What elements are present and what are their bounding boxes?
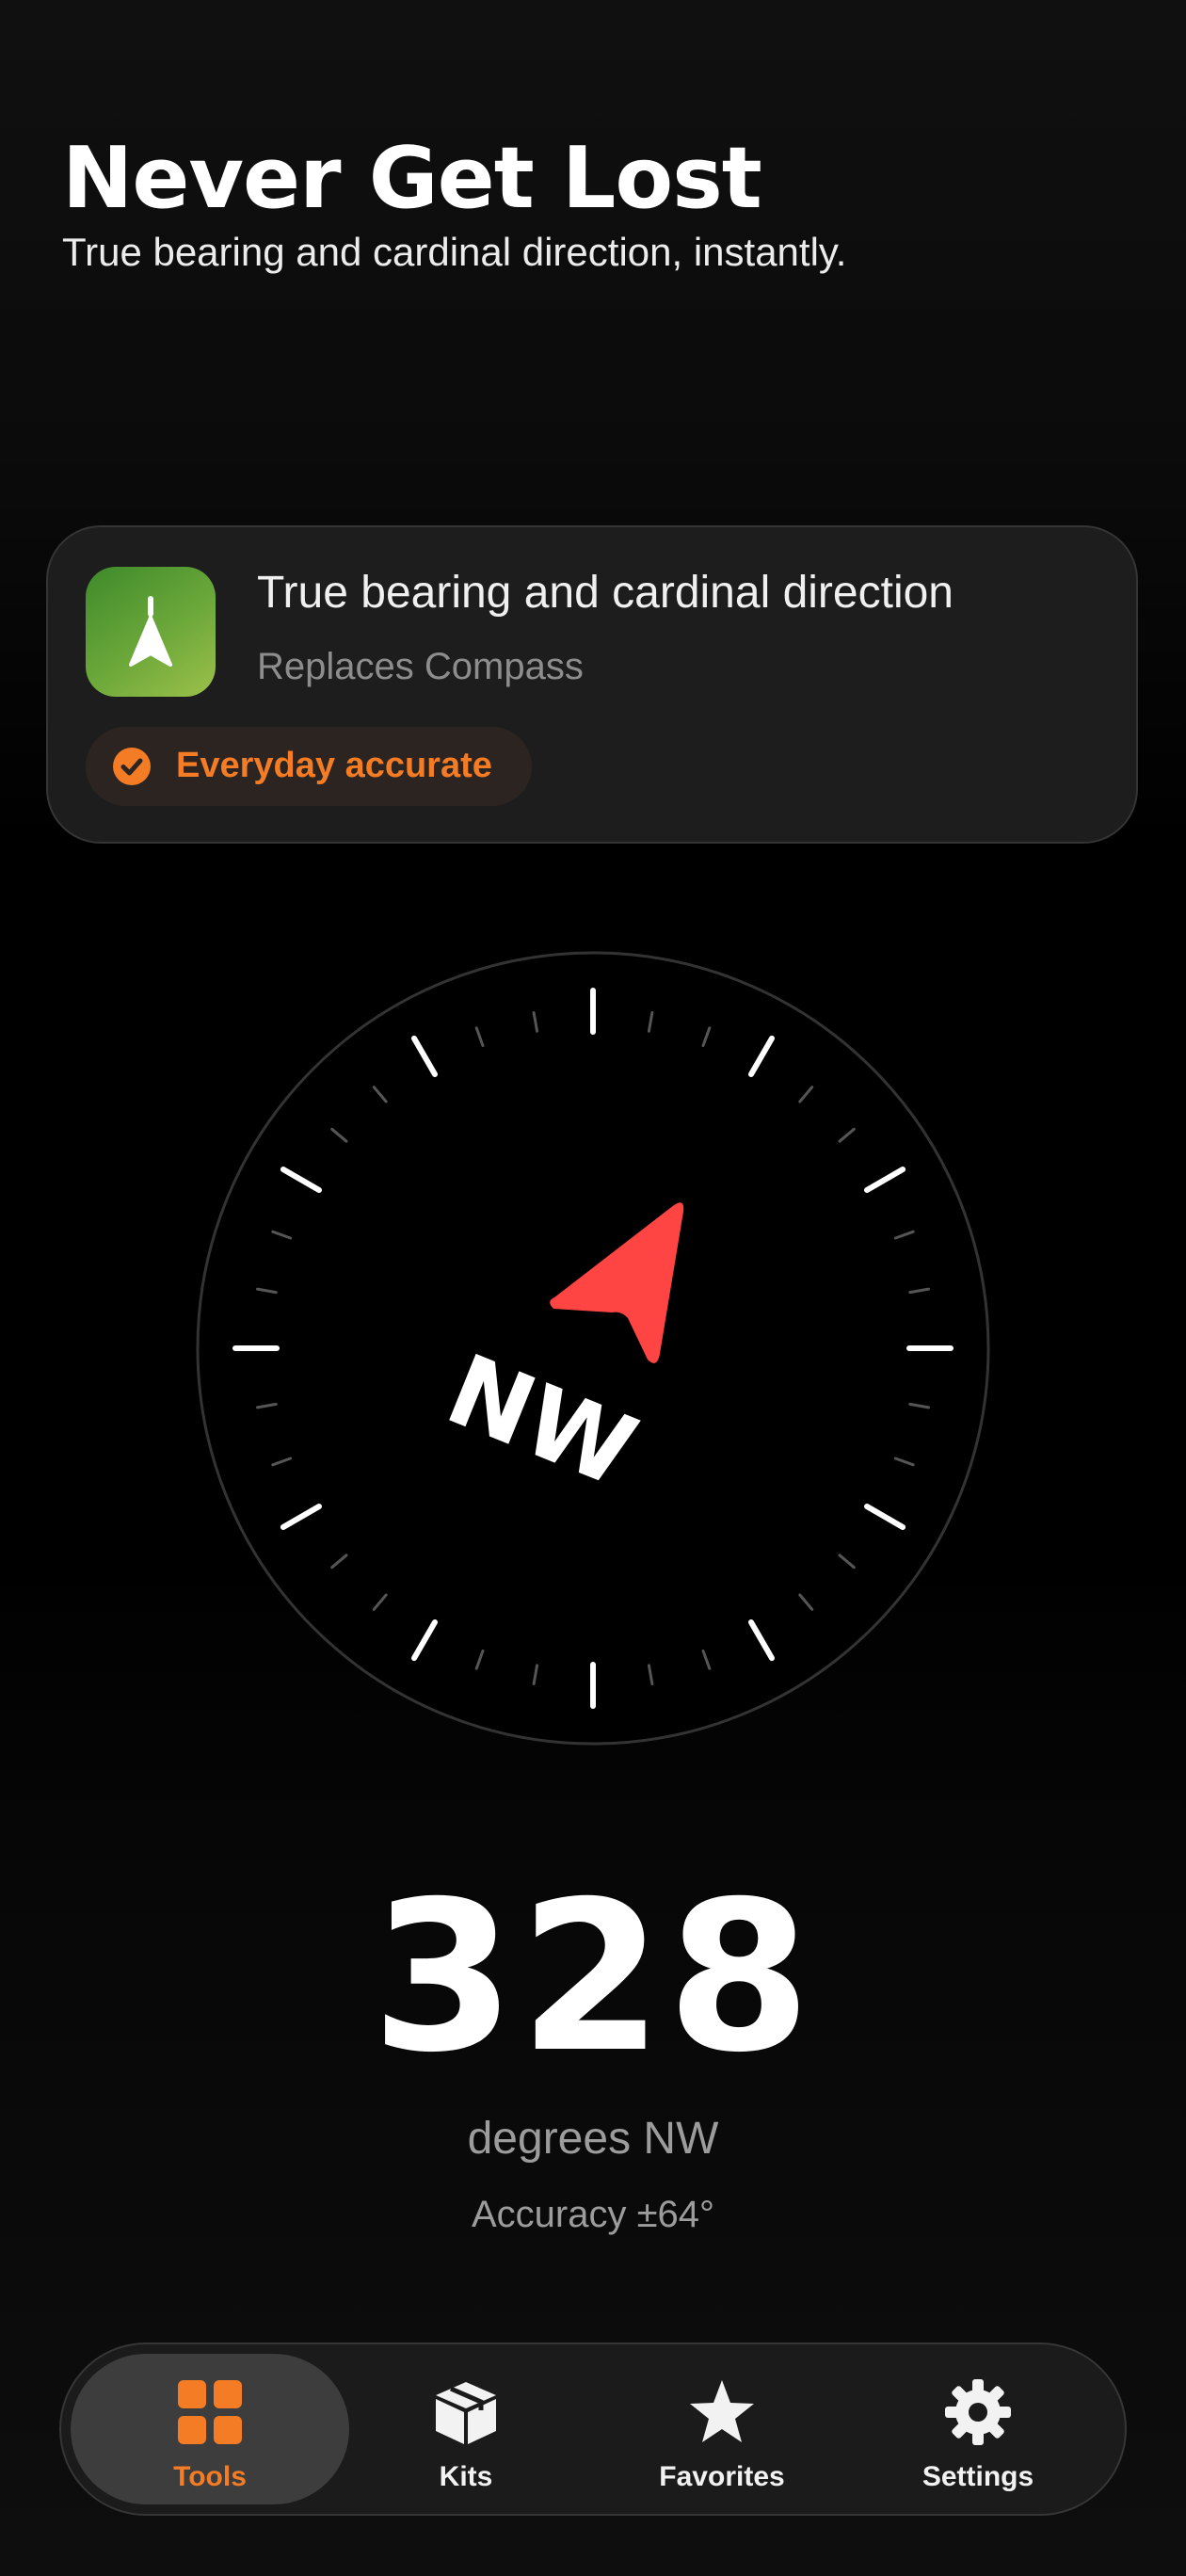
heading-unit-label: degrees NW	[467, 2114, 719, 2164]
tab-label: Kits	[439, 2461, 493, 2492]
box-icon	[436, 2382, 496, 2444]
star-icon	[690, 2380, 754, 2442]
tab-label: Favorites	[659, 2461, 785, 2492]
grid-icon	[178, 2380, 242, 2444]
compass-dial: NW	[196, 951, 990, 1746]
tab-bar: Tools Kits Favorites Settings	[59, 2343, 1127, 2516]
tab-tools[interactable]: Tools	[71, 2354, 349, 2504]
tab-label: Settings	[922, 2461, 1034, 2492]
heading-value: 328	[371, 1857, 815, 2098]
tab-favorites[interactable]: Favorites	[583, 2354, 861, 2504]
tab-kits[interactable]: Kits	[327, 2354, 605, 2504]
tab-label: Tools	[173, 2461, 247, 2492]
tab-settings[interactable]: Settings	[839, 2354, 1117, 2504]
accuracy-label: Accuracy ±64°	[471, 2194, 715, 2235]
gear-icon	[945, 2379, 1011, 2445]
compass-ring	[196, 951, 990, 1746]
